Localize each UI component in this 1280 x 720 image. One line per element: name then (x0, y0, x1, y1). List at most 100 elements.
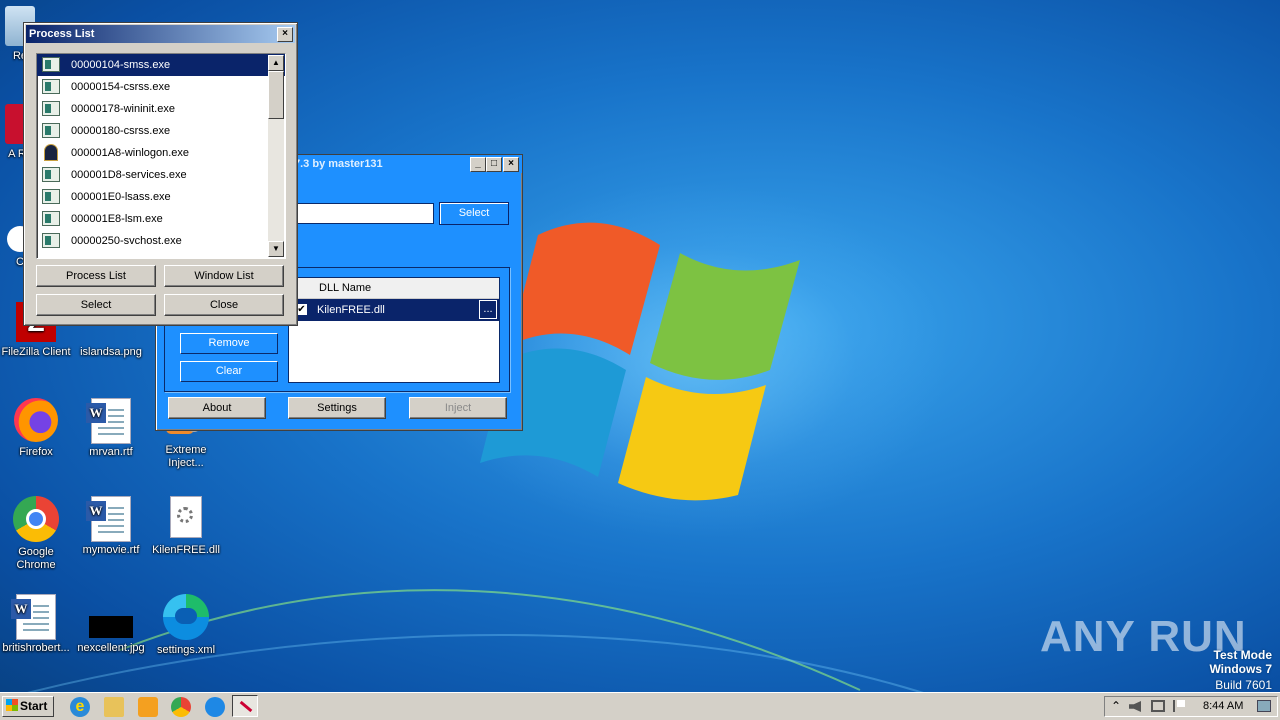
icon-label: FileZilla Client (1, 346, 71, 358)
dll-list[interactable]: DLL Name ✔ KilenFREE.dll ... (288, 277, 500, 383)
process-row[interactable]: 00000250-svchost.exe (37, 230, 285, 252)
process-name: 00000154-csrss.exe (71, 81, 171, 93)
close-button[interactable]: × (503, 157, 519, 172)
settings-button[interactable]: Settings (288, 397, 386, 419)
chrome-taskbar-icon[interactable] (171, 697, 191, 717)
windows-version-line: Windows 7 (1209, 662, 1272, 676)
process-list-button[interactable]: Process List (36, 265, 156, 287)
select-process-label: Select (458, 207, 490, 219)
process-row[interactable]: 000001E8-lsm.exe (37, 208, 285, 230)
injector-taskbar-icon[interactable] (232, 695, 258, 717)
desktop-icon-kilenfree[interactable]: KilenFREE.dll (150, 496, 222, 557)
process-name: 000001D8-services.exe (71, 169, 187, 181)
chrome-icon (13, 496, 59, 542)
icon-label: mrvan.rtf (89, 446, 133, 458)
window-list-button[interactable]: Window List (164, 265, 284, 287)
settings-label: Settings (317, 402, 357, 414)
windows-flag-icon (6, 699, 18, 711)
firefox-icon (14, 398, 58, 442)
process-row[interactable]: 000001D8-services.exe (37, 164, 285, 186)
process-list-window[interactable]: Process List × 00000104-smss.exe 0000015… (23, 22, 298, 326)
desktop-icon-nexcellent[interactable]: nexcellent.jpg (75, 594, 147, 655)
process-row[interactable]: 00000178-wininit.exe (37, 98, 285, 120)
explorer-icon[interactable] (104, 697, 124, 717)
icon-label: Firefox (19, 446, 53, 458)
start-button[interactable]: Start (2, 696, 54, 717)
word-document-icon: W (11, 594, 58, 640)
vertical-scrollbar[interactable]: ▲ ▼ (268, 55, 284, 257)
close-button[interactable]: × (277, 27, 293, 42)
word-document-icon: W (86, 398, 133, 444)
network-icon[interactable] (1151, 700, 1165, 712)
windows-logo (480, 222, 800, 501)
clock[interactable]: 8:44 AM (1203, 700, 1243, 712)
start-label: Start (20, 699, 48, 713)
image-file-icon (89, 594, 133, 638)
remove-label: Remove (208, 337, 250, 349)
process-list-label: Process List (66, 270, 126, 282)
select-process-button[interactable]: Select (439, 202, 509, 225)
close-label: Close (209, 299, 239, 311)
test-mode-line: Test Mode (1213, 648, 1272, 662)
process-listbox[interactable]: 00000104-smss.exe 00000154-csrss.exe 000… (36, 53, 286, 259)
desktop-icon-settingsxml[interactable]: settings.xml (150, 594, 222, 657)
ie-icon[interactable]: e (70, 697, 90, 717)
desktop-icon-firefox[interactable]: Firefox (0, 398, 72, 459)
remove-button[interactable]: Remove (180, 333, 278, 354)
process-path-input[interactable] (296, 203, 434, 224)
edge-taskbar-icon[interactable] (205, 697, 225, 717)
process-row[interactable]: 000001A8-winlogon.exe (37, 142, 285, 164)
scroll-thumb[interactable] (268, 71, 284, 119)
icon-label: settings.xml (156, 644, 216, 656)
process-icon (42, 167, 60, 182)
process-name: 000001E0-lsass.exe (71, 191, 171, 203)
process-row[interactable]: 00000104-smss.exe (37, 54, 285, 76)
dll-file-icon (164, 496, 208, 540)
process-name: 000001A8-winlogon.exe (71, 147, 190, 159)
process-name: 00000178-wininit.exe (71, 103, 175, 115)
injector-title: 7.3 by master131 (294, 158, 383, 170)
process-list-titlebar[interactable]: Process List × (26, 25, 295, 43)
about-label: About (202, 402, 232, 414)
about-button[interactable]: About (168, 397, 266, 419)
dll-browse-button[interactable]: ... (479, 300, 497, 319)
process-icon (42, 233, 60, 248)
show-desktop-icon[interactable] (1257, 700, 1271, 712)
process-row[interactable]: 00000154-csrss.exe (37, 76, 285, 98)
volume-icon[interactable] (1129, 701, 1141, 712)
process-icon (42, 101, 60, 116)
winlogon-icon (44, 144, 58, 161)
tray-expand-icon[interactable]: ⌃ (1111, 699, 1121, 713)
scroll-down-icon[interactable]: ▼ (268, 241, 284, 257)
desktop-icon-mymovie[interactable]: W mymovie.rtf (75, 496, 147, 557)
taskbar: Start e ⌃ 8:44 AM (0, 692, 1280, 720)
process-icon (42, 123, 60, 138)
icon-label: islandsa.png (80, 346, 142, 358)
clear-button[interactable]: Clear (180, 361, 278, 382)
icon-label: mymovie.rtf (82, 544, 140, 556)
flag-icon[interactable] (1173, 700, 1185, 712)
desktop-icon-britishrobert[interactable]: W britishrobert... (0, 594, 72, 655)
process-icon (42, 211, 60, 226)
inject-label: Inject (444, 402, 472, 414)
process-row[interactable]: 000001E0-lsass.exe (37, 186, 285, 208)
minimize-button[interactable]: _ (470, 157, 486, 172)
close-icon: × (282, 28, 288, 39)
icon-label: Extreme Inject... (165, 444, 207, 469)
close-dialog-button[interactable]: Close (164, 294, 284, 316)
maximize-button[interactable]: □ (486, 157, 502, 172)
dll-row[interactable]: ✔ KilenFREE.dll ... (289, 299, 499, 321)
desktop-icon-chrome[interactable]: Google Chrome (0, 496, 72, 572)
icon-label: Google Chrome (16, 546, 56, 571)
dll-list-header[interactable]: DLL Name (289, 278, 499, 299)
dll-name: KilenFREE.dll (317, 304, 385, 316)
scroll-up-icon[interactable]: ▲ (268, 55, 284, 71)
desktop-icon-mrvan[interactable]: W mrvan.rtf (75, 398, 147, 459)
icon-label: KilenFREE.dll (152, 544, 220, 556)
inject-button[interactable]: Inject (409, 397, 507, 419)
media-player-icon[interactable] (138, 697, 158, 717)
process-row[interactable]: 00000180-csrss.exe (37, 120, 285, 142)
icon-label: britishrobert... (2, 642, 70, 654)
select-button[interactable]: Select (36, 294, 156, 316)
window-list-label: Window List (194, 270, 254, 282)
